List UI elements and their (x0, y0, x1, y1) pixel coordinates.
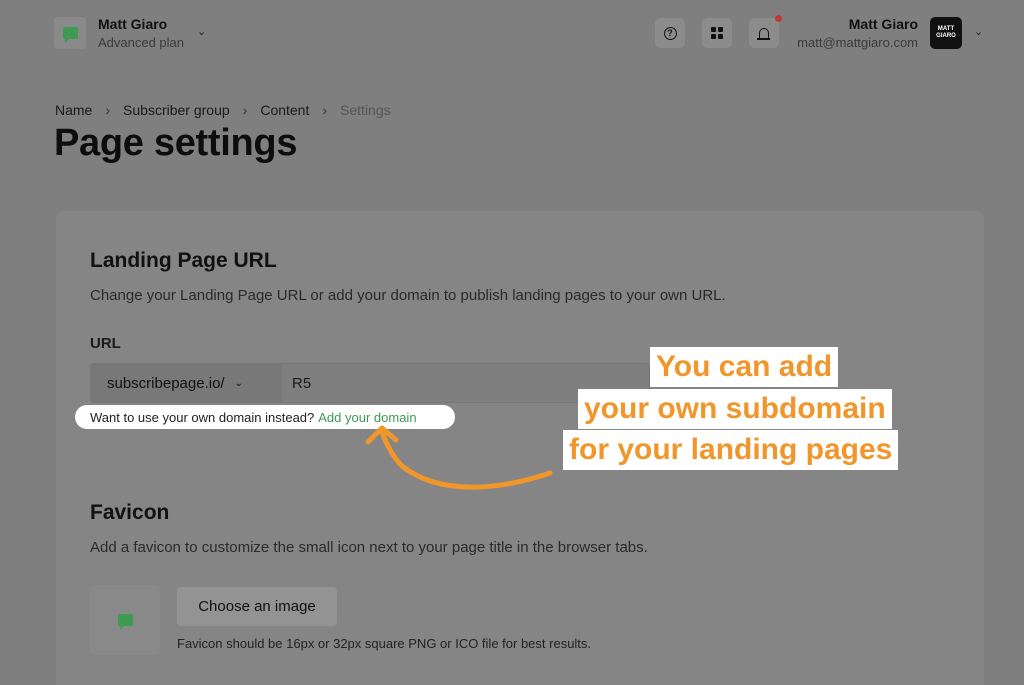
user-name[interactable]: Matt Giaro (849, 16, 918, 32)
callout-line-1: You can add (650, 347, 839, 387)
bell-icon (757, 27, 770, 40)
notifications-button[interactable] (749, 18, 779, 48)
account-plan: Advanced plan (98, 35, 185, 50)
workspace-logo[interactable] (54, 17, 86, 49)
breadcrumb-item-name[interactable]: Name (55, 102, 92, 118)
help-icon: ? (663, 26, 677, 40)
breadcrumb-item-subscriber-group[interactable]: Subscriber group (123, 102, 230, 118)
breadcrumb-separator: › (242, 102, 248, 118)
avatar[interactable]: MATT GIARO (930, 17, 962, 49)
account-name[interactable]: Matt Giaro (98, 16, 167, 32)
help-button[interactable]: ? (655, 18, 685, 48)
favicon-description: Add a favicon to customize the small ico… (90, 539, 648, 556)
landing-page-url-description: Change your Landing Page URL or add your… (90, 287, 726, 304)
favicon-preview (90, 585, 160, 655)
user-email: matt@mattgiaro.com (797, 35, 918, 50)
breadcrumb-item-content[interactable]: Content (260, 102, 309, 118)
breadcrumb-separator: › (322, 102, 328, 118)
url-prefix-value: subscribepage.io/ (107, 374, 225, 392)
favicon-note: Favicon should be 16px or 32px square PN… (177, 636, 592, 651)
callout-arrow-icon (365, 425, 553, 490)
chevron-down-icon: ⌄ (234, 377, 243, 389)
chat-icon (117, 614, 133, 630)
chat-icon (62, 27, 78, 43)
callout-line-3: for your landing pages (563, 430, 899, 470)
favicon-heading: Favicon (90, 501, 170, 524)
page-title: Page settings (54, 122, 298, 164)
notification-dot (775, 15, 782, 22)
landing-page-url-heading: Landing Page URL (90, 249, 277, 272)
choose-image-button[interactable]: Choose an image (177, 587, 337, 626)
url-prefix-select[interactable]: subscribepage.io/ ⌄ (91, 364, 282, 402)
breadcrumb-separator: › (105, 102, 111, 118)
breadcrumb-item-settings: Settings (340, 102, 391, 118)
url-field-group: subscribepage.io/ ⌄ (90, 363, 650, 403)
callout-line-2: your own subdomain (578, 389, 892, 429)
apps-button[interactable] (702, 18, 732, 48)
apps-grid-icon (711, 27, 723, 39)
chevron-down-icon[interactable]: ⌄ (974, 25, 983, 38)
chevron-down-icon[interactable]: ⌄ (197, 25, 206, 38)
custom-domain-hint-text: Want to use your own domain instead? (90, 409, 315, 425)
url-label: URL (90, 335, 121, 352)
breadcrumb: Name › Subscriber group › Content › Sett… (55, 102, 391, 118)
top-header: Matt Giaro Advanced plan ⌄ ? Matt Giaro … (0, 0, 1024, 72)
